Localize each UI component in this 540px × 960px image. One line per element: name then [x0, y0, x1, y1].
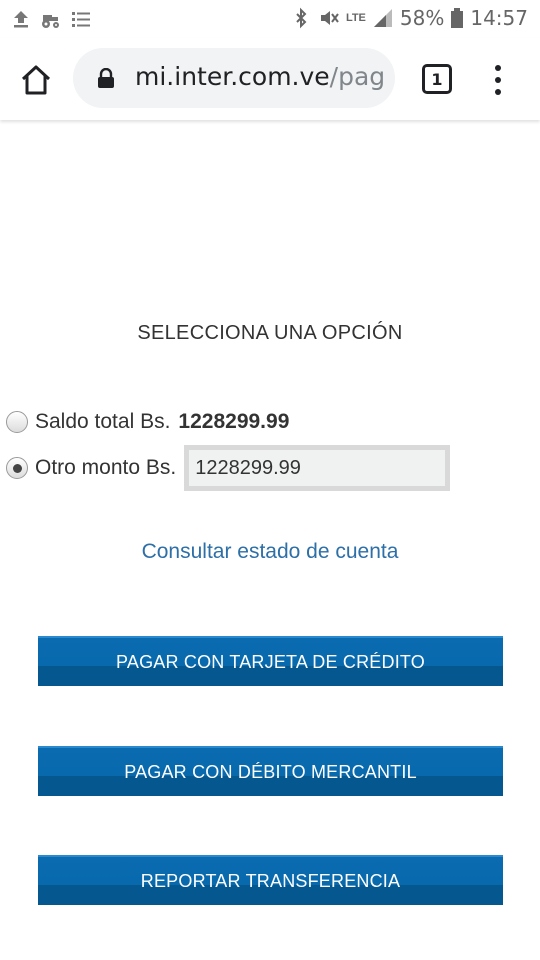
pay-credit-card-button[interactable]: PAGAR CON TARJETA DE CRÉDITO: [38, 636, 503, 686]
status-bar: LTE 58% 14:57: [0, 0, 540, 38]
status-right: LTE 58% 14:57: [290, 6, 528, 30]
lock-icon: [98, 68, 114, 88]
tab-switcher-button[interactable]: 1: [422, 64, 452, 94]
url-text: mi.inter.com.ve/pag: [135, 62, 385, 91]
more-options-icon[interactable]: [490, 64, 506, 96]
option-other-row: Otro monto Bs.: [6, 445, 451, 491]
browser-toolbar: mi.inter.com.ve/pag 1: [0, 38, 540, 120]
other-amount-input[interactable]: [184, 445, 451, 491]
signal-icon: [373, 9, 392, 27]
url-domain: mi.inter.com.ve: [135, 62, 330, 91]
pay-debit-button[interactable]: PAGAR CON DÉBITO MERCANTIL: [38, 746, 503, 796]
status-left: [10, 8, 92, 30]
page-title: SELECCIONA UNA OPCIÓN: [137, 322, 403, 344]
account-statement-link[interactable]: Consultar estado de cuenta: [0, 540, 540, 564]
battery-percent: 58%: [399, 6, 445, 30]
option-total-label: Saldo total Bs.: [35, 410, 171, 433]
radio-total-balance[interactable]: [6, 411, 28, 433]
option-total-row: Saldo total Bs. 1228299.99: [6, 410, 289, 434]
upload-icon: [14, 11, 28, 28]
url-path: /pag: [329, 62, 386, 91]
bluetooth-icon: [296, 7, 307, 29]
list-icon: [72, 12, 90, 27]
battery-icon: [451, 8, 464, 28]
option-other-label: Otro monto Bs.: [35, 456, 177, 479]
tractor-icon: [42, 15, 59, 28]
clock: 14:57: [470, 6, 528, 30]
radio-other-amount[interactable]: [6, 457, 28, 479]
lte-indicator: LTE: [345, 12, 366, 24]
total-balance-amount: 1228299.99: [178, 410, 290, 433]
report-transfer-button[interactable]: REPORTAR TRANSFERENCIA: [38, 855, 503, 905]
address-bar[interactable]: mi.inter.com.ve/pag: [73, 48, 395, 108]
mute-icon: [320, 11, 339, 25]
home-icon[interactable]: [18, 62, 54, 98]
